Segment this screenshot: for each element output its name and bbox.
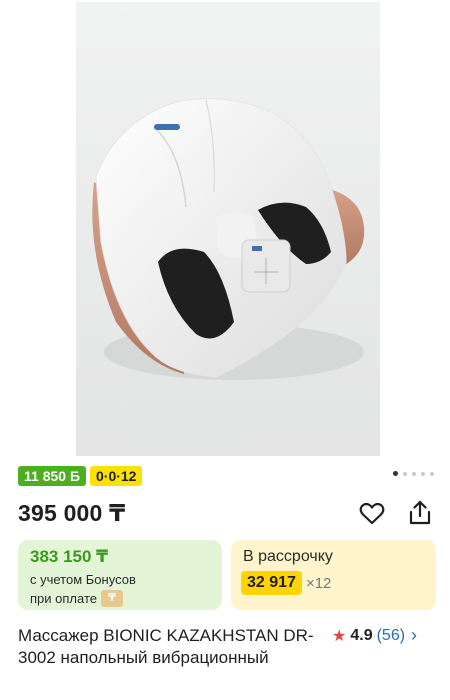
share-icon [409,500,431,525]
pagination-dot-active [393,471,398,476]
pagination-dot [430,471,434,476]
bonus-note: с учетом Бонусов при оплате [30,570,136,608]
installment-badge: 0·0·12 [90,466,143,486]
rating-link[interactable]: ★ 4.9 (56) › [332,625,417,646]
product-photo[interactable] [76,2,380,456]
pagination-dot [421,471,425,476]
reviews-count: (56) [376,626,406,644]
installment-label: В рассрочку [243,548,333,565]
installment-row: 32 917 ×12 [241,571,331,595]
promo-badges: 11 850 Б 0·0·12 [18,466,143,486]
pagination-dot [412,471,416,476]
chevron-right-icon: › [411,625,418,645]
favorite-button[interactable] [357,499,387,529]
installment-card[interactable]: В рассрочку 32 917 ×12 [231,540,436,610]
foot-massager-image [76,2,380,456]
installment-amount: 32 917 [241,571,302,595]
share-button[interactable] [405,498,435,528]
gallery-pagination [393,471,434,476]
star-icon: ★ [332,627,347,645]
heart-icon [359,502,385,525]
installment-times: ×12 [305,574,332,592]
bonus-price-card[interactable]: 383 150 ₸ с учетом Бонусов при оплате [18,540,222,610]
bonus-note-line1: с учетом Бонусов [30,572,136,587]
bonus-price: 383 150 ₸ [30,547,109,566]
bonus-badge: 11 850 Б [18,466,86,486]
cashback-icon [100,590,123,608]
bonus-note-line2-row: при оплате [30,589,136,608]
bonus-note-line2: при оплате [30,591,97,606]
rating-value: 4.9 [350,626,373,644]
product-gallery[interactable] [0,0,450,460]
product-title: Массажер BIONIC KAZAKHSTAN DR-3002 напол… [18,626,314,667]
product-price: 395 000 ₸ [18,500,126,526]
pagination-dot [403,471,407,476]
